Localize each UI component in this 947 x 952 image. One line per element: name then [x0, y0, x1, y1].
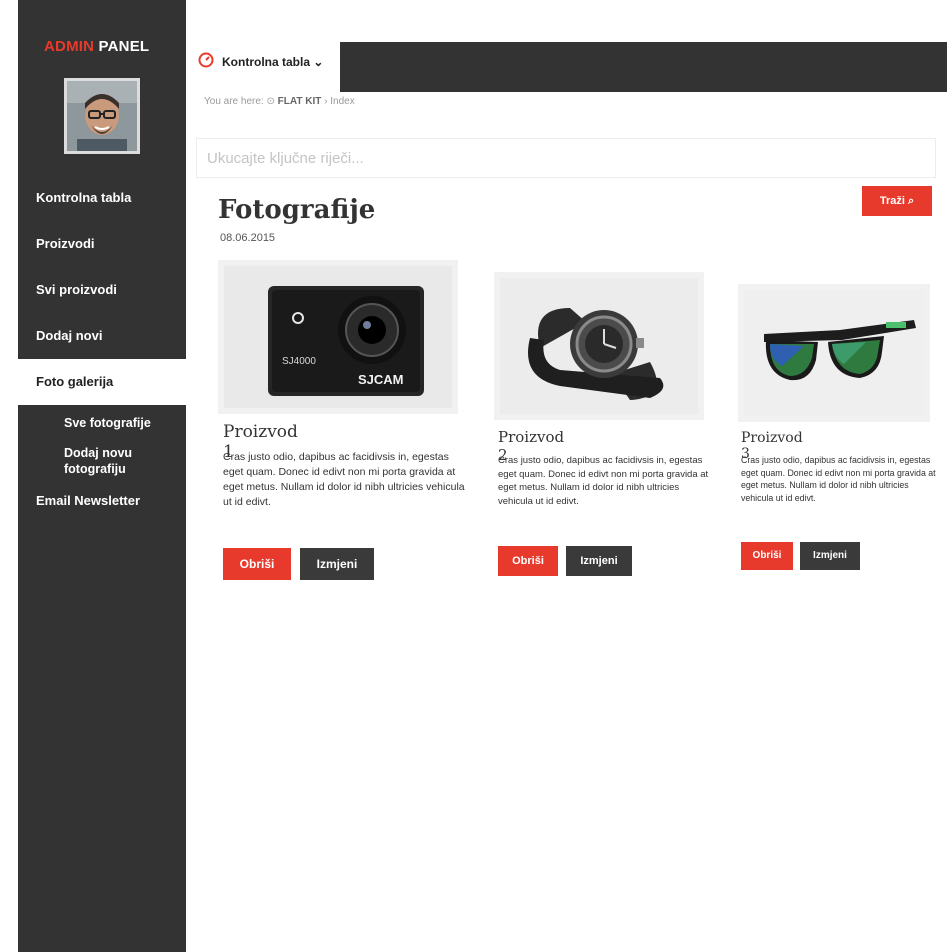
breadcrumb-site[interactable]: FLAT KIT	[278, 96, 322, 107]
sidebar-subitem-dodaj-novu-fotografiju[interactable]: Dodaj novu fotografiju	[18, 445, 138, 477]
edit-button[interactable]: Izmjeni	[300, 548, 374, 580]
search-button-label: Traži	[879, 195, 905, 207]
delete-button[interactable]: Obriši	[223, 548, 291, 580]
brand-logo: ADMIN PANEL	[44, 38, 149, 55]
sidebar-item-svi-proizvodi[interactable]: Svi proizvodi	[18, 267, 186, 313]
sidebar-nav: Kontrolna tabla Proizvodi Svi proizvodi …	[18, 175, 186, 508]
breadcrumb: You are here: ⊙ FLAT KIT › Index	[204, 96, 355, 107]
page-date: 08.06.2015	[220, 232, 276, 244]
top-bar	[340, 42, 947, 92]
sidebar-item-kontrolna-tabla[interactable]: Kontrolna tabla	[18, 175, 186, 221]
sunglasses-icon	[744, 290, 924, 416]
sidebar-item-proizvodi[interactable]: Proizvodi	[18, 221, 186, 267]
sidebar-item-email-newsletter[interactable]: Email Newsletter	[18, 493, 186, 508]
edit-button[interactable]: Izmjeni	[566, 546, 632, 576]
page-title: Fotografije	[218, 195, 376, 225]
search-icon: ⌕	[907, 195, 915, 207]
delete-button[interactable]: Obriši	[498, 546, 558, 576]
search-button[interactable]: Traži ⌕	[862, 186, 932, 216]
breadcrumb-page[interactable]: Index	[330, 96, 354, 107]
sidebar-item-foto-galerija[interactable]: Foto galerija	[18, 359, 186, 405]
wristwatch-icon	[500, 278, 698, 414]
tab-label-text: Kontrolna tabla	[222, 55, 311, 69]
sidebar-subitem-sve-fotografije[interactable]: Sve fotografije	[18, 415, 186, 431]
breadcrumb-separator-icon: ›	[324, 96, 328, 107]
breadcrumb-prefix: You are here:	[204, 96, 264, 107]
tab-label: Kontrolna tabla ⌄	[222, 55, 323, 69]
search-input[interactable]	[196, 138, 936, 178]
product-description: Cras justo odio, dapibus ac facidivsis i…	[223, 451, 465, 508]
product-image-watch[interactable]	[494, 272, 704, 420]
product-description: Cras justo odio, dapibus ac facidivsis i…	[741, 455, 936, 503]
edit-button[interactable]: Izmjeni	[800, 542, 860, 570]
brand-part-panel: PANEL	[98, 38, 150, 55]
chevron-down-icon: ⌄	[313, 55, 324, 69]
user-photo-icon	[67, 81, 137, 151]
product-image-camera[interactable]: SJ4000 SJCAM	[218, 260, 458, 414]
camera-brand-text: SJCAM	[358, 372, 404, 387]
tab-kontrolna-tabla[interactable]: Kontrolna tabla ⌄	[186, 42, 340, 82]
sidebar: ADMIN PANEL Kontrolna tabla Proizvodi Sv…	[18, 0, 186, 952]
action-camera-icon: SJ4000 SJCAM	[224, 266, 452, 408]
product-image-sunglasses[interactable]	[738, 284, 930, 422]
home-icon: ⊙	[266, 96, 275, 107]
delete-button[interactable]: Obriši	[741, 542, 793, 570]
sidebar-item-dodaj-novi[interactable]: Dodaj novi	[18, 313, 186, 359]
camera-model-text: SJ4000	[282, 356, 316, 367]
product-description: Cras justo odio, dapibus ac facidivsis i…	[498, 455, 709, 507]
avatar[interactable]	[64, 78, 140, 154]
dashboard-icon	[198, 52, 214, 68]
brand-part-admin: ADMIN	[44, 38, 95, 55]
